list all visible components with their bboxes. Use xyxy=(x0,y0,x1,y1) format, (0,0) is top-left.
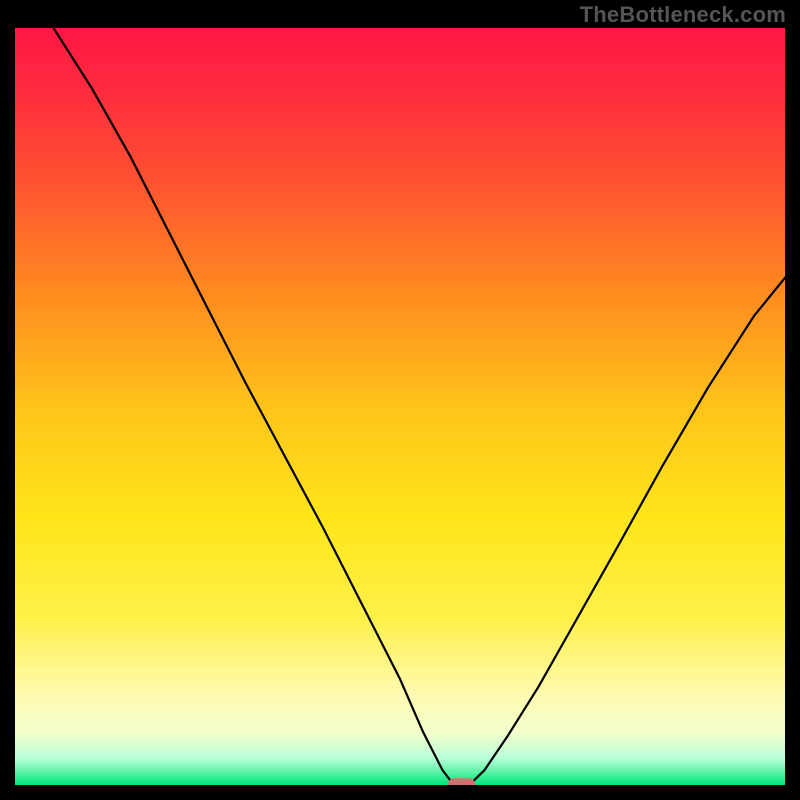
optimal-marker xyxy=(448,778,475,785)
gradient-background xyxy=(15,28,785,785)
plot-area xyxy=(15,28,785,785)
watermark-text: TheBottleneck.com xyxy=(580,2,786,28)
chart-frame: TheBottleneck.com xyxy=(0,0,800,800)
bottleneck-chart xyxy=(15,28,785,785)
